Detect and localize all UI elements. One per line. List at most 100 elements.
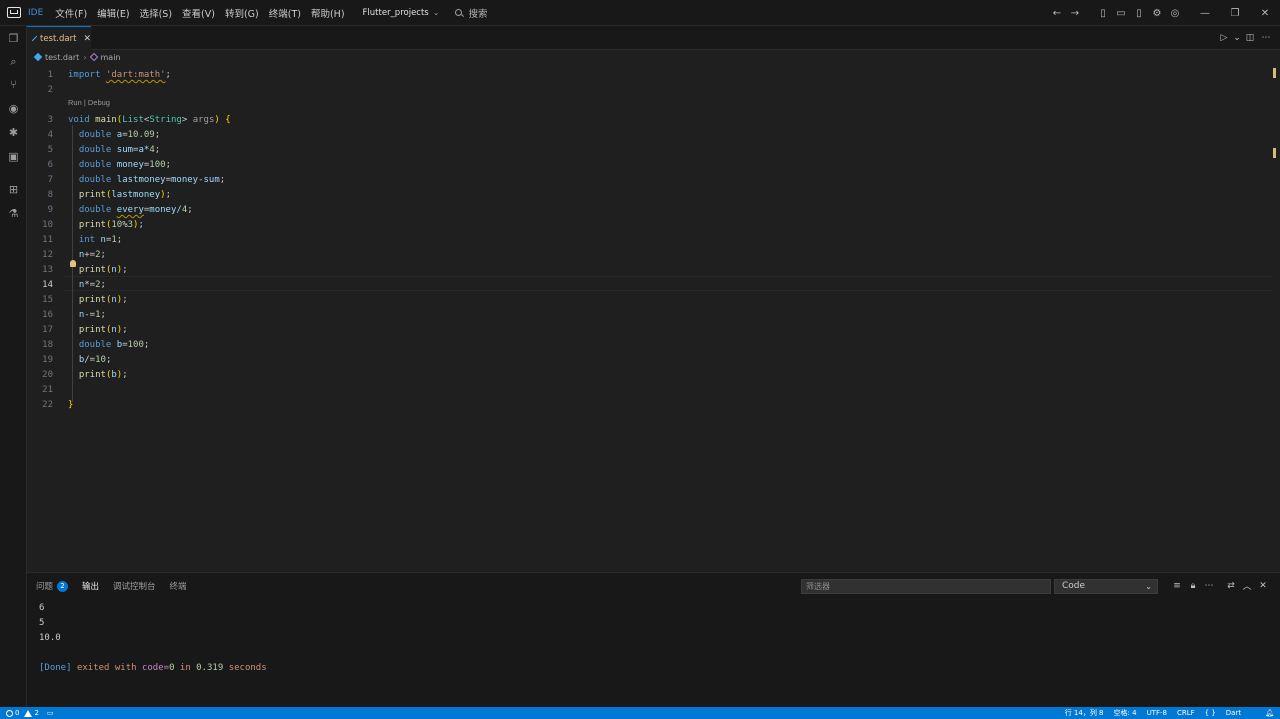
line-number: 12: [42, 250, 53, 260]
menu-edit[interactable]: 编辑(E): [97, 6, 129, 20]
split-editor-icon[interactable]: ◫: [1242, 33, 1258, 43]
menu-terminal[interactable]: 终端(T): [269, 6, 301, 20]
close-panel-icon[interactable]: ✕: [1255, 581, 1271, 591]
line-number: 17: [42, 325, 53, 335]
close-window-icon[interactable]: ✕: [1250, 8, 1280, 19]
eye-icon[interactable]: ◉: [7, 102, 20, 115]
broadcast-icon[interactable]: ▭: [47, 709, 54, 717]
line-number: 14: [42, 280, 53, 290]
line-number: 3: [47, 115, 53, 125]
output-content[interactable]: 6 5 10.0 [Done] exited with code=0 in 0.…: [39, 601, 267, 676]
lock-icon[interactable]: 🔒︎: [1185, 581, 1201, 591]
token-variable: lastmoney: [111, 190, 161, 200]
notifications-bell-icon[interactable]: 🔔︎: [1265, 709, 1274, 717]
function-symbol-icon: [89, 52, 98, 62]
code-line: 16 n-=1;: [27, 308, 1267, 323]
token-number: 2: [95, 280, 101, 290]
token-operator: /=: [84, 355, 96, 365]
nav-back-icon[interactable]: ←: [1048, 8, 1066, 19]
token-keyword: double: [78, 175, 112, 185]
done-text: exited with: [76, 663, 137, 673]
close-icon[interactable]: ✕: [83, 34, 91, 44]
output-filter-input[interactable]: 筛选器: [801, 579, 1051, 594]
settings-gear-icon[interactable]: ⚙: [1148, 8, 1166, 19]
ide-tag: IDE: [28, 7, 44, 18]
line-number: 13: [42, 265, 53, 275]
more-actions-icon[interactable]: ⋯: [1201, 581, 1217, 591]
run-dropdown-chevron-icon[interactable]: ⌄: [1232, 33, 1242, 43]
minimize-icon[interactable]: —: [1190, 8, 1220, 19]
status-language[interactable]: Dart: [1226, 709, 1241, 717]
code-line: 22 }: [27, 398, 1267, 413]
project-name[interactable]: Flutter_projects: [363, 8, 429, 18]
toggle-sidebar-icon[interactable]: ▯: [1094, 8, 1112, 19]
menu-go[interactable]: 转到(G): [225, 6, 259, 20]
status-braces[interactable]: { }: [1205, 709, 1216, 717]
breadcrumb-symbol[interactable]: main: [101, 53, 121, 62]
tab-output[interactable]: 输出: [82, 580, 99, 592]
token-variable: lastmoney: [116, 175, 166, 185]
bottom-panel: 问题 2 输出 调试控制台 终端 筛选器 Code ⌄ ≡ 🔒︎ ⋯ ⇄ ︿ ✕ …: [27, 572, 1280, 707]
token-function: main: [95, 115, 117, 125]
line-number: 6: [47, 160, 53, 170]
token-keyword: int: [78, 235, 96, 245]
line-number: 15: [42, 295, 53, 305]
source-control-icon[interactable]: ⑂: [7, 78, 20, 91]
account-icon[interactable]: ◎: [1166, 8, 1184, 19]
code-line: 10 print(10%3);: [27, 218, 1267, 233]
remote-explorer-icon[interactable]: ▣: [7, 150, 20, 163]
status-cursor-position[interactable]: 行 14，列 8: [1065, 708, 1104, 718]
restore-icon[interactable]: ❐: [1220, 8, 1250, 19]
breadcrumb-file[interactable]: test.dart: [45, 53, 79, 62]
run-icon[interactable]: ▷: [1216, 33, 1232, 43]
line-number: 4: [47, 130, 53, 140]
maximize-panel-icon[interactable]: ︿: [1239, 579, 1255, 592]
toggle-secondary-sidebar-icon[interactable]: ▯: [1130, 8, 1148, 19]
status-indentation[interactable]: 空格: 4: [1114, 708, 1137, 718]
code-line: 12 n+=2;: [27, 248, 1267, 263]
token-keyword: double: [78, 145, 112, 155]
status-eol[interactable]: CRLF: [1177, 709, 1195, 717]
status-error-count[interactable]: 0: [15, 709, 19, 717]
done-tag: [Done]: [39, 663, 72, 673]
search-view-icon[interactable]: ⌕: [7, 55, 20, 68]
tab-debug-console[interactable]: 调试控制台: [113, 580, 156, 592]
codelens-run-debug[interactable]: Run | Debug: [68, 98, 110, 107]
breadcrumb: test.dart › main: [27, 50, 1280, 64]
status-warning-count[interactable]: 2: [34, 709, 38, 717]
explorer-icon[interactable]: ❐: [7, 32, 20, 45]
extensions-icon[interactable]: ⊞: [7, 183, 20, 196]
menu-view[interactable]: 查看(V): [182, 6, 215, 20]
testing-flask-icon[interactable]: ⚗: [7, 207, 20, 220]
toggle-panel-icon[interactable]: ▭: [1112, 8, 1130, 19]
menu-selection[interactable]: 选择(S): [140, 6, 172, 20]
more-actions-icon[interactable]: ⋯: [1258, 33, 1274, 43]
token-number: 10: [95, 355, 106, 365]
token-expr: money-sum: [170, 175, 220, 185]
output-channel-select[interactable]: Code ⌄: [1054, 579, 1158, 594]
nav-forward-icon[interactable]: →: [1066, 8, 1084, 19]
line-number: 11: [42, 235, 53, 245]
token-keyword: import: [68, 70, 101, 80]
line-number: 21: [42, 385, 53, 395]
code-line: 21: [27, 383, 1267, 398]
status-encoding[interactable]: UTF-8: [1147, 709, 1167, 717]
tab-problems[interactable]: 问题 2: [36, 580, 69, 592]
menu-help[interactable]: 帮助(H): [311, 6, 345, 20]
line-number: 7: [47, 175, 53, 185]
chevron-down-icon[interactable]: ⌄: [433, 8, 440, 17]
token-number: 1: [95, 310, 101, 320]
code-line: 17 print(n);: [27, 323, 1267, 338]
token-type: String: [149, 115, 182, 125]
move-panel-icon[interactable]: ⇄: [1223, 581, 1239, 591]
command-search[interactable]: 搜索: [455, 6, 487, 20]
word-wrap-icon[interactable]: ≡: [1169, 581, 1185, 591]
editor-tab-bar: test.dart ✕ ▷ ⌄ ◫ ⋯: [27, 26, 1280, 50]
debug-icon[interactable]: ✱: [7, 126, 20, 139]
tab-terminal[interactable]: 终端: [170, 580, 187, 592]
menu-file[interactable]: 文件(F): [55, 6, 87, 20]
token-variable: a: [116, 130, 123, 140]
token-expr: money/: [149, 205, 182, 215]
line-number: 2: [47, 85, 53, 95]
tab-test-dart[interactable]: test.dart ✕: [27, 26, 91, 50]
